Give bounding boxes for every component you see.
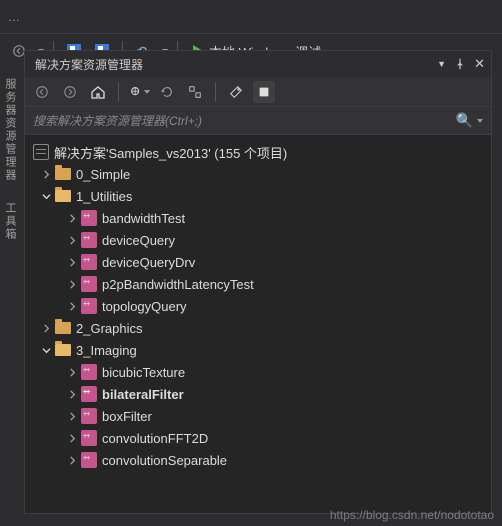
project-label: convolutionFFT2D: [102, 431, 208, 446]
expand-icon[interactable]: [65, 387, 79, 401]
divider: [215, 82, 216, 102]
expand-icon[interactable]: [65, 255, 79, 269]
project-label: topologyQuery: [102, 299, 187, 314]
expand-icon[interactable]: [65, 233, 79, 247]
folder-icon: [55, 320, 71, 336]
folder-graphics[interactable]: 2_Graphics: [25, 317, 491, 339]
project-node[interactable]: p2pBandwidthLatencyTest: [25, 273, 491, 295]
project-icon: [81, 232, 97, 248]
collapse-icon[interactable]: [39, 343, 53, 357]
back-icon[interactable]: [31, 81, 53, 103]
expand-icon[interactable]: [39, 167, 53, 181]
project-icon: [81, 430, 97, 446]
project-node[interactable]: topologyQuery: [25, 295, 491, 317]
project-node[interactable]: bicubicTexture: [25, 361, 491, 383]
project-node[interactable]: deviceQueryDrv: [25, 251, 491, 273]
project-icon: [81, 364, 97, 380]
expand-icon[interactable]: [39, 321, 53, 335]
side-tab-strip: 服务器资源管理器 工具箱: [0, 68, 20, 251]
divider: [118, 82, 119, 102]
project-icon: [81, 254, 97, 270]
show-all-icon[interactable]: [253, 81, 275, 103]
caret-icon[interactable]: [477, 119, 483, 123]
project-node[interactable]: deviceQuery: [25, 229, 491, 251]
pin-icon[interactable]: [454, 58, 466, 70]
tab-server-explorer[interactable]: 服务器资源管理器: [0, 68, 20, 192]
project-label: deviceQuery: [102, 233, 175, 248]
menu-items: …: [8, 10, 20, 24]
expand-icon[interactable]: [65, 453, 79, 467]
folder-open-icon: [55, 188, 71, 204]
project-node-active[interactable]: bilateralFilter: [25, 383, 491, 405]
project-node[interactable]: boxFilter: [25, 405, 491, 427]
expand-icon[interactable]: [65, 431, 79, 445]
folder-icon: [55, 166, 71, 182]
project-node[interactable]: convolutionFFT2D: [25, 427, 491, 449]
folder-label: 0_Simple: [76, 167, 130, 182]
project-node[interactable]: convolutionSeparable: [25, 449, 491, 471]
project-icon: [81, 210, 97, 226]
solution-label: 解决方案'Samples_vs2013' (155 个项目): [54, 143, 287, 162]
refresh-icon[interactable]: [156, 81, 178, 103]
expand-icon[interactable]: [65, 299, 79, 313]
project-label: bicubicTexture: [102, 365, 185, 380]
project-label: bilateralFilter: [102, 387, 184, 402]
expand-icon[interactable]: [65, 211, 79, 225]
project-icon: [81, 386, 97, 402]
folder-simple[interactable]: 0_Simple: [25, 163, 491, 185]
dropdown-icon[interactable]: ▼: [437, 59, 446, 69]
panel-title-text: 解决方案资源管理器: [35, 56, 143, 73]
solution-node[interactable]: 解决方案'Samples_vs2013' (155 个项目): [25, 141, 491, 163]
solution-explorer-panel: 解决方案资源管理器 ▼ ✕ 🔍 解决方案'Samples_vs2013' (15…: [24, 50, 492, 514]
folder-label: 1_Utilities: [76, 189, 132, 204]
folder-label: 3_Imaging: [76, 343, 137, 358]
tab-toolbox[interactable]: 工具箱: [0, 192, 20, 251]
tree-view[interactable]: 解决方案'Samples_vs2013' (155 个项目) 0_Simple …: [25, 135, 491, 513]
project-icon: [81, 452, 97, 468]
folder-open-icon: [55, 342, 71, 358]
close-icon[interactable]: ✕: [474, 56, 485, 72]
expand-icon[interactable]: [65, 277, 79, 291]
home-icon[interactable]: [87, 81, 109, 103]
folder-utilities[interactable]: 1_Utilities: [25, 185, 491, 207]
project-node[interactable]: bandwidthTest: [25, 207, 491, 229]
project-label: p2pBandwidthLatencyTest: [102, 277, 254, 292]
folder-label: 2_Graphics: [76, 321, 142, 336]
collapse-icon[interactable]: [39, 189, 53, 203]
forward-icon[interactable]: [59, 81, 81, 103]
search-row: 🔍: [25, 107, 491, 135]
project-icon: [81, 298, 97, 314]
project-icon: [81, 408, 97, 424]
project-label: bandwidthTest: [102, 211, 185, 226]
search-icon[interactable]: 🔍: [456, 112, 473, 129]
properties-icon[interactable]: [225, 81, 247, 103]
project-label: deviceQueryDrv: [102, 255, 195, 270]
expand-icon[interactable]: [65, 365, 79, 379]
menu-bar: …: [0, 0, 502, 34]
collapse-icon[interactable]: [184, 81, 206, 103]
solution-icon: [33, 144, 49, 160]
search-input[interactable]: [33, 114, 456, 128]
scope-icon[interactable]: [128, 81, 150, 103]
expand-icon[interactable]: [65, 409, 79, 423]
project-label: convolutionSeparable: [102, 453, 227, 468]
panel-titlebar: 解决方案资源管理器 ▼ ✕: [25, 51, 491, 77]
folder-imaging[interactable]: 3_Imaging: [25, 339, 491, 361]
project-label: boxFilter: [102, 409, 152, 424]
panel-toolbar: [25, 77, 491, 107]
project-icon: [81, 276, 97, 292]
